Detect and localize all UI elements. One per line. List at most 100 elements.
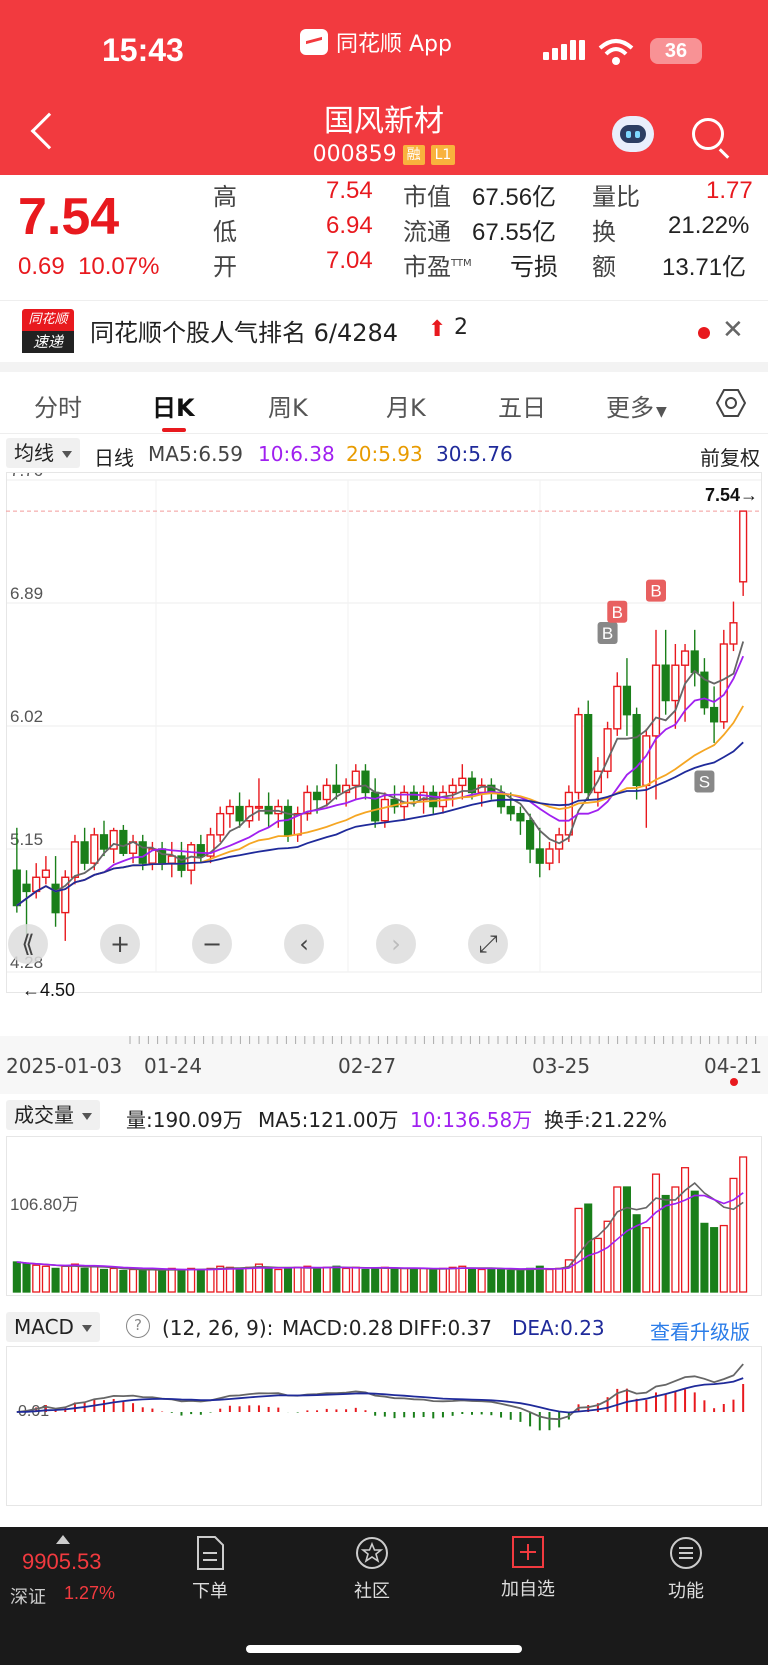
volume-bar (739, 1156, 748, 1293)
header: 15:43 同花顺 App 36 国风新材 000859 融 L1 (0, 0, 768, 175)
step-left-icon[interactable]: ‹ (284, 924, 324, 964)
fullscreen-icon[interactable]: ⤢ (468, 924, 508, 964)
turnover-value: 21.22% (668, 212, 750, 239)
volume-bar (148, 1268, 157, 1293)
tab-weekly-k[interactable]: 周K (268, 388, 308, 423)
popularity-rank-bar[interactable]: 同花顺 速递 同花顺个股人气排名 6/4284 ⬆ 2 ✕ (0, 300, 768, 362)
candle-body (622, 685, 632, 716)
volume-bar (380, 1266, 389, 1293)
ths-express-logo: 同花顺 速递 (22, 309, 74, 355)
battery-icon: 36 (650, 38, 702, 64)
candle-body (710, 706, 719, 723)
tab-daily-k[interactable]: 日K (152, 388, 195, 423)
volume-bar (651, 1173, 661, 1293)
candle-body (196, 844, 205, 857)
candle-body (99, 834, 109, 850)
volume-bar (351, 1266, 360, 1293)
float-label: 流通 (403, 218, 451, 246)
volume-bar (206, 1267, 215, 1293)
volume-bar (400, 1267, 409, 1293)
robot-assistant-icon[interactable] (612, 116, 654, 152)
change-pct: 10.07% (78, 253, 160, 280)
nav-add-watchlist[interactable]: 加自选 (478, 1535, 578, 1601)
rank-change: 2 (454, 315, 468, 340)
settings-hexagon-icon[interactable] (716, 388, 746, 418)
volume-bar (729, 1177, 738, 1293)
volume-y-label: 106.80万 (10, 1195, 79, 1214)
volume-ma10: 10:136.58万 (410, 1108, 533, 1132)
candle-body (225, 805, 234, 815)
candle-body (371, 791, 380, 822)
turnover-label: 换 (592, 218, 616, 246)
mktcap-label: 市值 (403, 183, 451, 211)
volume-bar (51, 1267, 60, 1293)
volume-bar (22, 1263, 31, 1293)
volume-bar (390, 1267, 399, 1293)
macd-chart[interactable]: 0.01 (6, 1346, 762, 1506)
trade-marker-label: B (612, 603, 623, 622)
tab-monthly-k[interactable]: 月K (386, 388, 426, 423)
candle-body (158, 848, 167, 864)
volume-bar (41, 1265, 50, 1293)
candlestick-chart[interactable]: 7.766.896.025.154.287.54→BBBS←4.50⟪+−‹›⤢ (6, 472, 762, 1032)
scroll-left-icon[interactable]: ⟪ (8, 924, 48, 964)
candle-body (584, 713, 593, 794)
zoom-out-icon[interactable]: − (192, 924, 232, 964)
candle-body (729, 622, 738, 645)
candle-body (632, 713, 641, 787)
status-time: 15:43 (102, 32, 184, 68)
adjust-mode[interactable]: 前复权 (700, 442, 760, 471)
tab-intraday[interactable]: 分时 (34, 388, 82, 423)
star-circle-icon (356, 1537, 388, 1569)
candle-body (51, 883, 60, 914)
search-icon[interactable] (692, 118, 724, 150)
volume-bar (458, 1265, 467, 1293)
float-value: 67.55亿 (472, 219, 557, 246)
date-tick-2: 02-27 (338, 1054, 397, 1078)
help-icon[interactable]: ? (126, 1314, 150, 1338)
volume-bar (448, 1266, 457, 1293)
ma20-value: 20:5.93 (346, 442, 423, 466)
chart-tabs: 分时 日K 周K 月K 五日 更多 ▼ (0, 372, 768, 434)
nav-order[interactable]: 下单 (160, 1535, 260, 1603)
date-tick-3: 03-25 (532, 1054, 591, 1078)
current-date-dot (730, 1078, 738, 1086)
open-value: 7.04 (326, 247, 373, 274)
candle-body (642, 735, 651, 787)
volume-bar (361, 1268, 370, 1293)
diff-line (16, 1363, 744, 1421)
tab-five-day[interactable]: 五日 (498, 388, 546, 423)
volume-bar (467, 1267, 477, 1293)
volume-bar (622, 1186, 631, 1293)
candle-body (216, 812, 225, 836)
tab-more[interactable]: 更多 ▼ (606, 388, 667, 423)
close-icon[interactable]: ✕ (722, 315, 744, 345)
control-button-glyph: › (391, 930, 401, 958)
volume-bar (584, 1203, 593, 1293)
volume-select[interactable]: 成交量 (6, 1100, 100, 1130)
pe-value: 亏损 (510, 254, 558, 281)
nav-community[interactable]: 社区 (322, 1535, 422, 1603)
candle-body (254, 805, 264, 809)
change-value: 0.69 (18, 253, 65, 280)
control-button-glyph: ‹ (299, 930, 309, 958)
zoom-in-icon[interactable]: + (100, 924, 140, 964)
volume-value: 量:190.09万 (126, 1108, 243, 1132)
volume-bar (225, 1266, 234, 1293)
step-right-icon[interactable]: › (376, 924, 416, 964)
indicator-select[interactable]: 均线 (6, 438, 80, 468)
nav-functions[interactable]: 功能 (636, 1535, 736, 1603)
chevron-down-icon: ▼ (656, 404, 667, 420)
volume-chart[interactable]: 106.80万 (6, 1136, 762, 1296)
low-value: 6.94 (326, 212, 373, 239)
app-name: 同花顺 App (336, 32, 452, 57)
volume-bar (661, 1194, 670, 1293)
notification-dot (698, 327, 710, 339)
rank-text: 同花顺个股人气排名 6/4284 (90, 319, 399, 347)
control-button-glyph: − (202, 930, 222, 958)
macd-select[interactable]: MACD (6, 1312, 100, 1342)
diff-value: DIFF:0.37 (398, 1316, 493, 1340)
candle-body (380, 798, 389, 822)
upgrade-link[interactable]: 查看升级版 (650, 1316, 750, 1345)
volume-bar (322, 1266, 331, 1293)
